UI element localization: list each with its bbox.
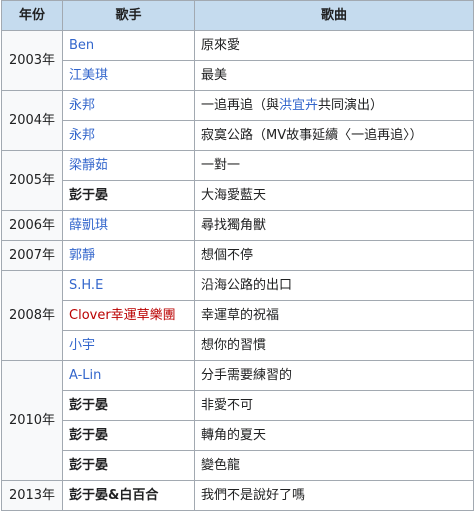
singer-cell: 郭靜: [62, 240, 195, 271]
singer-link[interactable]: 薛凱琪: [69, 218, 108, 233]
singer-link[interactable]: 郭靜: [69, 248, 95, 263]
singer-link[interactable]: 永邦: [69, 128, 95, 143]
singer-link[interactable]: S.H.E: [69, 278, 103, 293]
singer-cell: 彭于晏&白百合: [62, 480, 195, 511]
table-row: 2005年 梁靜茹 一對一: [1, 150, 474, 211]
table-row: 彭于晏 轉角的夏天: [2, 420, 474, 451]
column-header-singer[interactable]: 歌手: [62, 0, 195, 31]
table-row: 2006年 薛凱琪 尋找獨角獸: [1, 210, 474, 241]
year-cell: 2010年: [1, 360, 63, 481]
song-cell: 沿海公路的出口: [194, 270, 474, 301]
song-cell: 原來愛: [194, 30, 474, 61]
singer-cell: 梁靜茹: [62, 150, 195, 181]
song-cell: 寂寞公路（MV故事延續〈一追再追〉）: [194, 120, 474, 151]
song-text: 一追再追（與: [201, 97, 280, 113]
table-row: 小宇 想你的習慣: [2, 330, 474, 361]
year-cell: 2003年: [1, 30, 63, 91]
song-cell: 一對一: [194, 150, 474, 181]
singer-link-missing[interactable]: Clover幸運草樂團: [69, 308, 176, 323]
table-row: Clover幸運草樂團 幸運草的祝福: [2, 300, 474, 331]
table-row: 2013年 彭于晏&白百合 我們不是說好了嗎: [1, 480, 474, 511]
singer-cell: 江美琪: [62, 60, 195, 91]
singer-cell: 小宇: [62, 330, 195, 361]
song-cell: 非愛不可: [194, 390, 474, 421]
singer-cell: A-Lin: [62, 360, 195, 391]
song-cell: 想你的習慣: [194, 330, 474, 361]
featured-artist-link[interactable]: 洪宜卉: [279, 98, 318, 113]
table-row: 彭于晏 變色龍: [2, 450, 474, 481]
song-cell: 一追再追（與洪宜卉共同演出）: [194, 90, 474, 121]
song-cell: 大海愛藍天: [194, 180, 474, 211]
singer-link[interactable]: A-Lin: [69, 368, 101, 383]
column-header-year[interactable]: 年份: [1, 0, 63, 31]
singer-link[interactable]: Ben: [69, 38, 94, 53]
table-row: 彭于晏 非愛不可: [2, 390, 474, 421]
year-cell: 2007年: [1, 240, 63, 271]
singer-cell: Clover幸運草樂團: [62, 300, 195, 331]
song-cell: 分手需要練習的: [194, 360, 474, 391]
singer-cell: 彭于晏: [62, 390, 195, 421]
song-cell: 幸運草的祝福: [194, 300, 474, 331]
table-row: 彭于晏 大海愛藍天: [2, 180, 474, 211]
singer-cell: S.H.E: [62, 270, 195, 301]
year-cell: 2004年: [1, 90, 63, 151]
singer-cell: 永邦: [62, 90, 195, 121]
year-cell: 2013年: [1, 480, 63, 511]
singer-cell: Ben: [62, 30, 195, 61]
song-cell: 最美: [194, 60, 474, 91]
singer-cell: 彭于晏: [62, 420, 195, 451]
singer-link[interactable]: 江美琪: [69, 68, 108, 83]
singer-cell: 薛凱琪: [62, 210, 195, 241]
singer-link[interactable]: 梁靜茹: [69, 158, 108, 173]
song-cell: 轉角的夏天: [194, 420, 474, 451]
year-cell: 2005年: [1, 150, 63, 211]
song-cell: 變色龍: [194, 450, 474, 481]
table-row: 2004年 永邦 一追再追（與洪宜卉共同演出）: [1, 90, 474, 151]
table-row: 2007年 郭靜 想個不停: [1, 240, 474, 271]
table-row: 2010年 A-Lin 分手需要練習的: [1, 360, 474, 481]
year-cell: 2006年: [1, 210, 63, 241]
header-row: 年份 歌手 歌曲: [1, 0, 474, 31]
songs-table: 年份 歌手 歌曲 2003年 Ben 原來愛 江美琪 最美 2004年 永邦 一…: [1, 0, 474, 511]
song-text: 共同演出）: [318, 97, 384, 113]
song-cell: 想個不停: [194, 240, 474, 271]
singer-link[interactable]: 永邦: [69, 98, 95, 113]
singer-link[interactable]: 小宇: [69, 338, 95, 353]
singer-cell: 永邦: [62, 120, 195, 151]
year-cell: 2008年: [1, 270, 63, 361]
table-row: 2003年 Ben 原來愛: [1, 30, 474, 91]
singer-cell: 彭于晏: [62, 180, 195, 211]
song-cell: 尋找獨角獸: [194, 210, 474, 241]
table-row: 江美琪 最美: [2, 60, 474, 91]
singer-cell: 彭于晏: [62, 450, 195, 481]
song-cell: 我們不是說好了嗎: [194, 480, 474, 511]
column-header-song[interactable]: 歌曲: [194, 0, 474, 31]
table-row: 2008年 S.H.E 沿海公路的出口: [1, 270, 474, 361]
table-row: 永邦 寂寞公路（MV故事延續〈一追再追〉）: [2, 120, 474, 151]
